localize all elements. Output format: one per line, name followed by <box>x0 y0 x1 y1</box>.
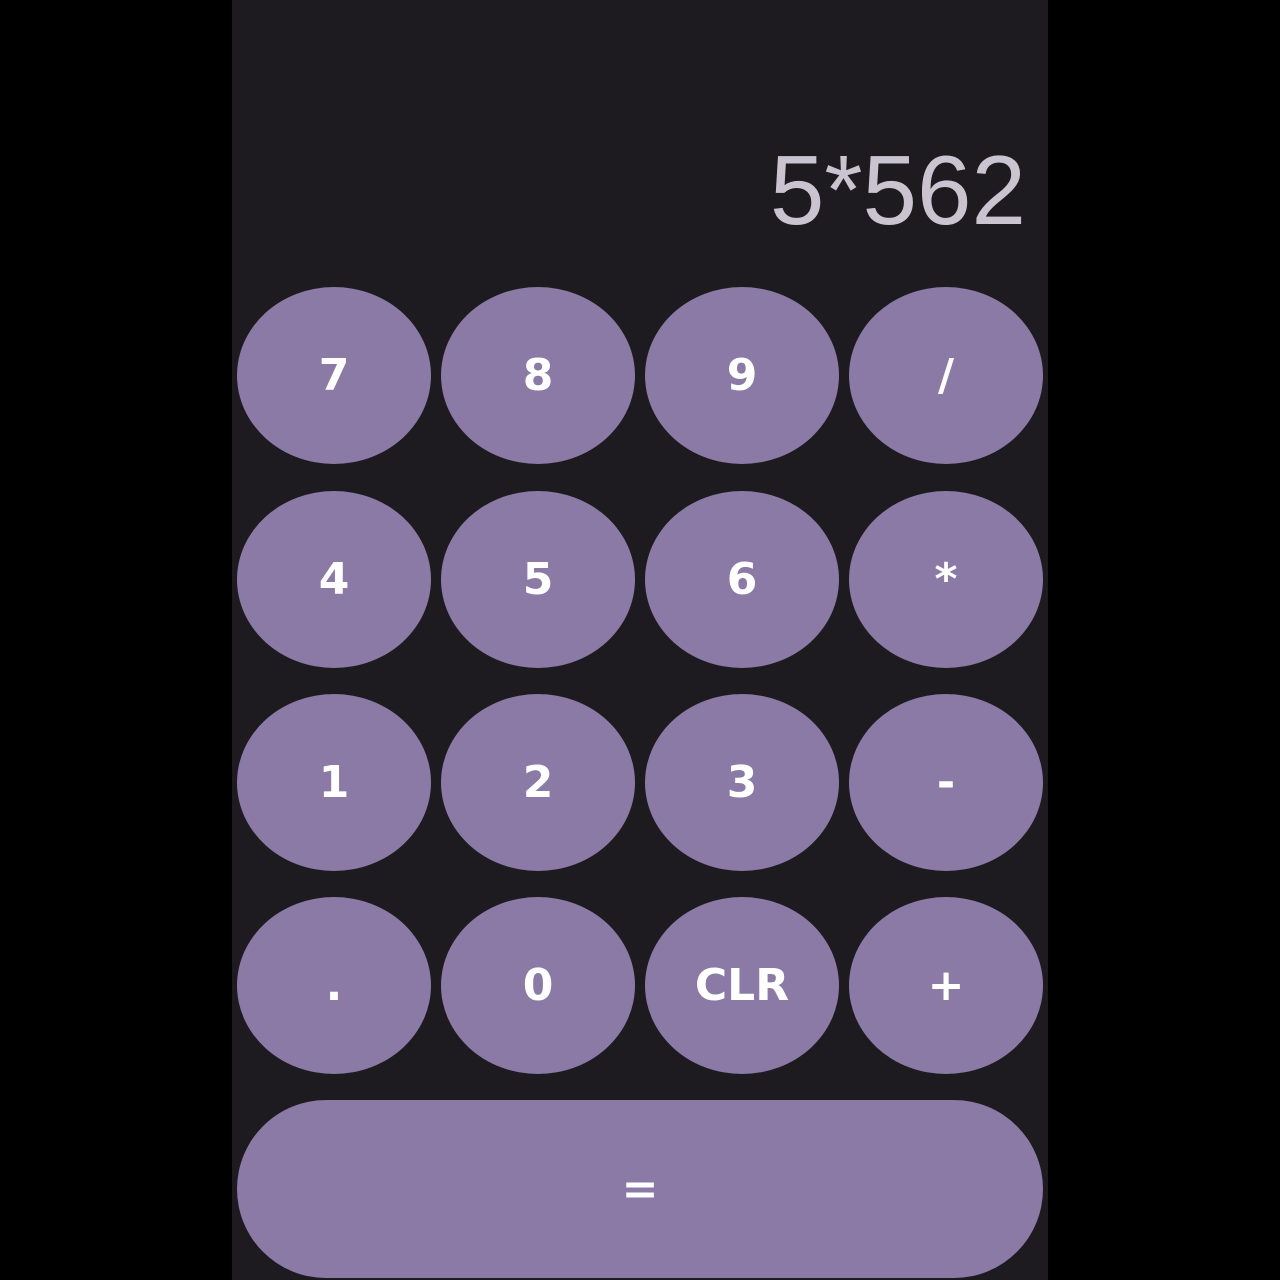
expression-display: 5*562 <box>769 135 1026 245</box>
key-multiply[interactable]: * <box>849 491 1043 668</box>
key-4[interactable]: 4 <box>237 491 431 668</box>
key-3[interactable]: 3 <box>645 694 839 871</box>
key-divide[interactable]: / <box>849 287 1043 464</box>
key-9[interactable]: 9 <box>645 287 839 464</box>
key-decimal[interactable]: . <box>237 897 431 1074</box>
clear-button[interactable]: CLR <box>645 897 839 1074</box>
key-0[interactable]: 0 <box>441 897 635 1074</box>
key-8[interactable]: 8 <box>441 287 635 464</box>
key-2[interactable]: 2 <box>441 694 635 871</box>
key-7[interactable]: 7 <box>237 287 431 464</box>
key-add[interactable]: + <box>849 897 1043 1074</box>
calculator-screen: 5*562 7 8 9 / 4 5 6 * 1 2 3 - . 0 CLR + … <box>232 0 1048 1280</box>
key-5[interactable]: 5 <box>441 491 635 668</box>
equals-button[interactable]: = <box>237 1100 1043 1278</box>
key-6[interactable]: 6 <box>645 491 839 668</box>
key-1[interactable]: 1 <box>237 694 431 871</box>
key-subtract[interactable]: - <box>849 694 1043 871</box>
